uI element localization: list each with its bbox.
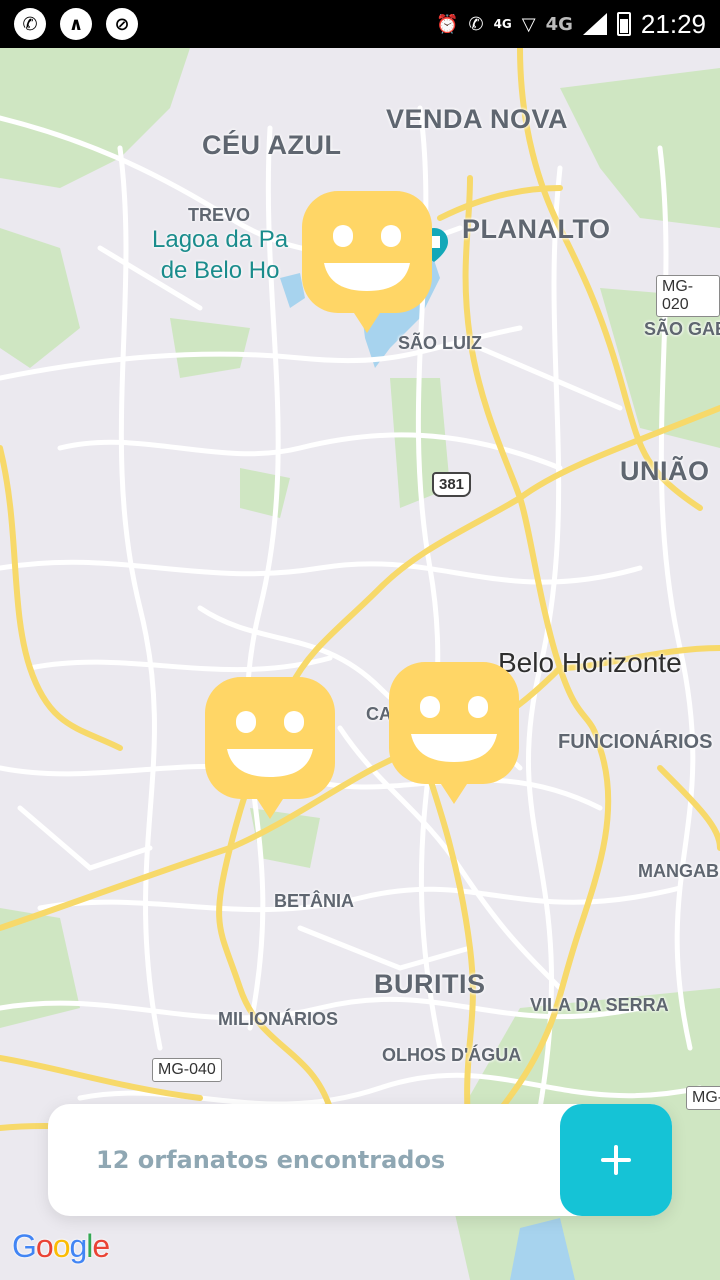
neighborhood-label: MANGABE bbox=[638, 861, 720, 881]
network-type-label: 4G bbox=[493, 17, 512, 31]
neighborhood-label: TREVO bbox=[188, 205, 251, 225]
neighborhood-label: SÃO GABI bbox=[644, 319, 720, 339]
wifi-icon: ▽ bbox=[521, 13, 536, 35]
road-shield: MG- bbox=[686, 1086, 720, 1110]
status-bar: ✆ ∧ ⊘ ⏰ ✆ 4G ▽ 4G 21:29 bbox=[0, 0, 720, 48]
network-type-label-2: 4G bbox=[545, 13, 573, 35]
neighborhood-label: BURITIS bbox=[374, 969, 486, 999]
lake-label-line-2: de Belo Ho bbox=[160, 257, 280, 284]
call-icon: ✆ bbox=[468, 13, 484, 35]
map-view[interactable]: CÉU AZUL VENDA NOVA TREVO PLANALTO SÃO L… bbox=[0, 48, 720, 1280]
add-orphanage-button[interactable] bbox=[560, 1104, 672, 1216]
neighborhood-label: UNIÃO bbox=[620, 456, 710, 486]
alarm-icon: ⏰ bbox=[436, 13, 459, 35]
whatsapp-icon: ✆ bbox=[14, 8, 46, 40]
app-notification-icon: ∧ bbox=[60, 8, 92, 40]
road-shield: MG-040 bbox=[152, 1058, 222, 1082]
plus-icon bbox=[601, 1145, 631, 1175]
google-logo: Google bbox=[12, 1228, 110, 1264]
lake-label-line-1: Lagoa da Pa bbox=[152, 226, 289, 253]
road-shield: MG-020 bbox=[656, 275, 720, 317]
orphanage-marker-1[interactable] bbox=[302, 191, 432, 339]
neighborhood-label: FUNCIONÁRIOS bbox=[558, 731, 713, 753]
orphanages-count-text: 12 orfanatos encontrados bbox=[96, 1146, 446, 1174]
neighborhood-label: VENDA NOVA bbox=[386, 104, 569, 134]
orphanage-marker-2[interactable] bbox=[205, 677, 335, 825]
battery-icon bbox=[616, 12, 631, 36]
blocked-icon: ⊘ bbox=[106, 8, 138, 40]
orphanage-marker-3[interactable] bbox=[389, 662, 519, 810]
smile-icon bbox=[302, 191, 432, 333]
neighborhood-label: OLHOS D'ÁGUA bbox=[382, 1045, 522, 1065]
orphanages-footer: 12 orfanatos encontrados bbox=[48, 1104, 672, 1216]
highway-shield: 381 bbox=[432, 472, 472, 497]
smile-icon bbox=[205, 677, 335, 819]
neighborhood-label: MILIONÁRIOS bbox=[218, 1009, 338, 1029]
lake-label: Lagoa da Pa de Belo Ho bbox=[152, 224, 288, 286]
neighborhood-label: BETÂNIA bbox=[274, 891, 354, 911]
city-label: Belo Horizonte bbox=[498, 647, 682, 678]
smile-icon bbox=[389, 662, 519, 804]
signal-icon bbox=[582, 13, 607, 35]
neighborhood-label: PLANALTO bbox=[462, 214, 611, 244]
clock: 21:29 bbox=[640, 8, 706, 39]
neighborhood-label: VILA DA SERRA bbox=[530, 995, 669, 1015]
neighborhood-label: CÉU AZUL bbox=[202, 130, 342, 160]
